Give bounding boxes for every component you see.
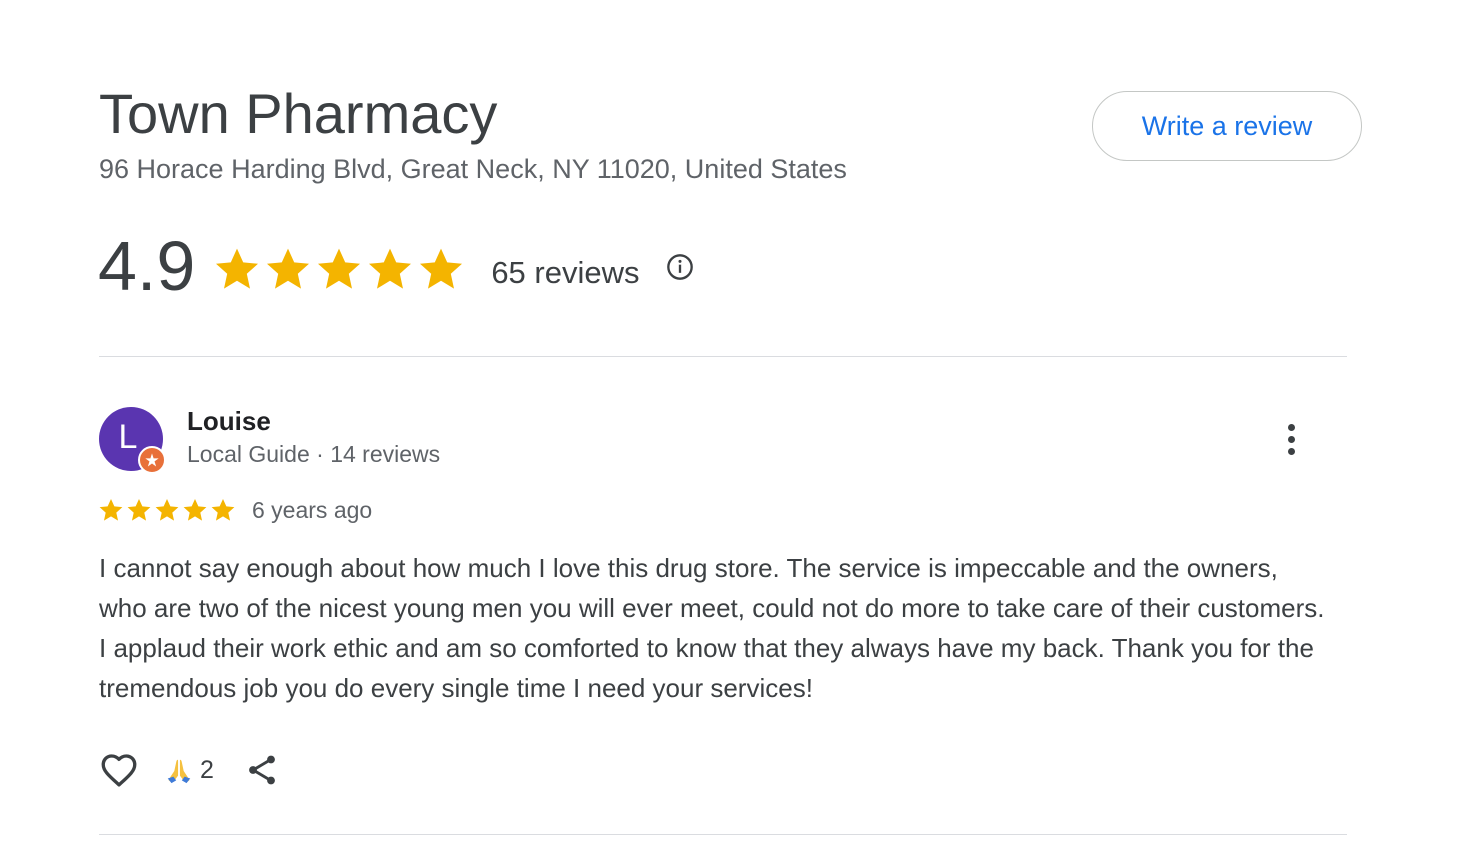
star-icon xyxy=(211,498,235,521)
star-icon xyxy=(216,248,259,289)
folded-hands-icon xyxy=(167,759,191,784)
reaction-button[interactable]: 2 xyxy=(164,755,214,785)
business-name: Town Pharmacy xyxy=(99,82,498,145)
avatar-letter: L xyxy=(118,417,138,456)
reviewer-name[interactable]: Louise xyxy=(187,406,271,437)
review-rating-stars xyxy=(98,497,236,523)
info-circle-icon[interactable] xyxy=(666,253,694,281)
reviews-page: Town Pharmacy 96 Horace Harding Blvd, Gr… xyxy=(0,0,1460,852)
star-icon xyxy=(369,248,412,289)
star-icon xyxy=(127,498,151,521)
heart-icon[interactable] xyxy=(98,749,140,791)
write-review-button[interactable]: Write a review xyxy=(1092,91,1362,161)
average-rating-stars xyxy=(213,245,465,293)
review-actions: 2 xyxy=(98,748,280,792)
reaction-count: 2 xyxy=(200,755,214,784)
star-icon xyxy=(267,248,310,289)
star-icon xyxy=(155,498,179,521)
local-guide-star-icon xyxy=(138,446,166,474)
section-divider xyxy=(99,356,1347,357)
reviewer-meta: Local Guide · 14 reviews xyxy=(187,441,441,467)
star-icon xyxy=(420,248,463,289)
menu-dot xyxy=(1287,447,1295,455)
review-date: 6 years ago xyxy=(252,496,373,523)
menu-dot xyxy=(1287,423,1295,431)
review-text: I cannot say enough about how much I lov… xyxy=(99,553,1325,703)
average-rating: 4.9 xyxy=(98,227,196,305)
star-icon xyxy=(318,248,361,289)
more-vertical-icon[interactable] xyxy=(1272,418,1310,460)
rating-summary: 4.9 65 reviews xyxy=(98,224,694,308)
star-icon xyxy=(183,498,207,521)
share-icon[interactable] xyxy=(244,752,280,788)
section-divider xyxy=(99,834,1347,835)
review-rating-row: 6 years ago xyxy=(98,494,372,526)
star-icon xyxy=(99,498,123,521)
total-review-count: 65 reviews xyxy=(491,255,640,290)
menu-dot xyxy=(1287,435,1295,443)
business-address: 96 Horace Harding Blvd, Great Neck, NY 1… xyxy=(99,154,847,184)
